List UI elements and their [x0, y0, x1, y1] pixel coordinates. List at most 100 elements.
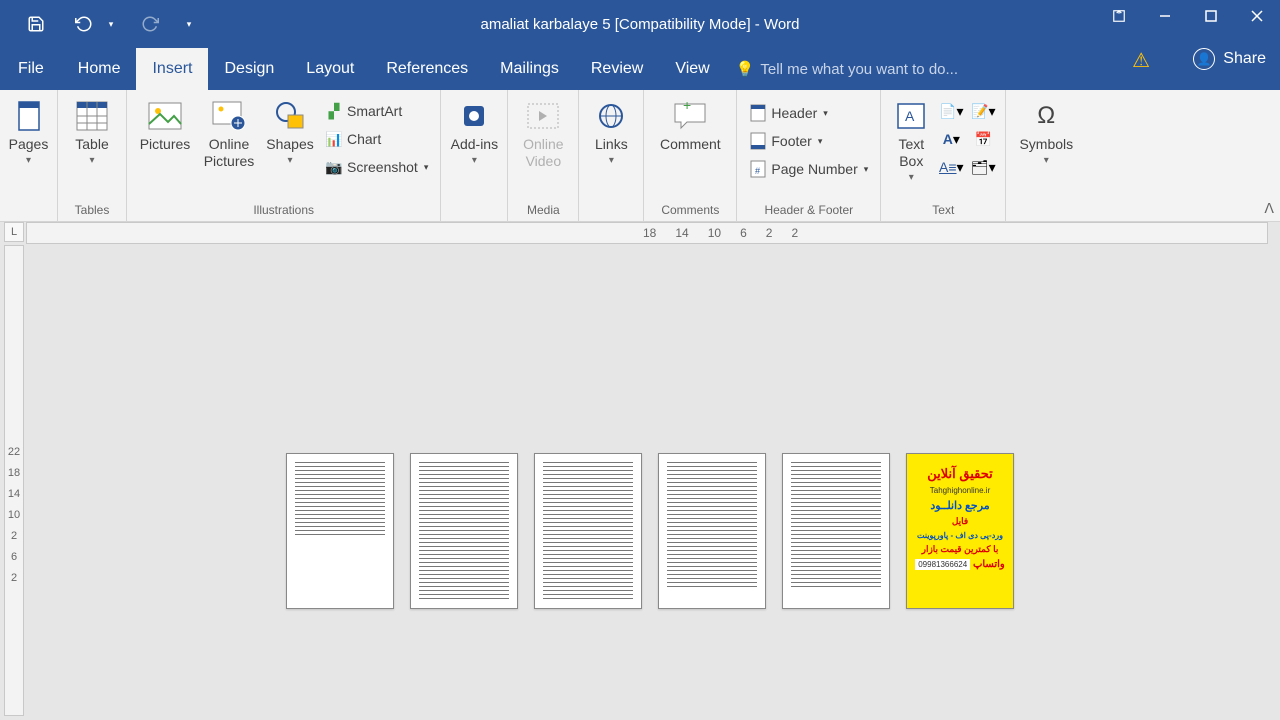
table-button[interactable]: Table ▾: [66, 94, 118, 166]
shapes-icon: [272, 98, 308, 134]
links-button[interactable]: Links ▾: [587, 94, 635, 166]
comment-button[interactable]: + Comment: [652, 94, 728, 153]
person-icon: 👤: [1193, 48, 1215, 70]
vertical-ruler[interactable]: 26210141822: [4, 245, 24, 716]
group-illustrations: Pictures Online Pictures Shapes ▾ ▞ Smar…: [127, 90, 441, 221]
online-video-button: Online Video: [516, 94, 570, 170]
group-text: A Text Box ▾ 📄▾ A▾ A≡▾ 📝▾ 📅 🗂▾ Text: [881, 90, 1006, 221]
drop-cap-button[interactable]: A≡▾: [937, 154, 965, 180]
ribbon-display-options[interactable]: [1096, 0, 1142, 32]
dropdown-icon: ▾: [472, 155, 477, 166]
header-icon: [749, 104, 767, 122]
footer-label: Footer: [771, 133, 811, 149]
shapes-button[interactable]: Shapes ▾: [263, 94, 317, 166]
smartart-icon: ▞: [325, 102, 343, 120]
screenshot-button[interactable]: 📷 Screenshot ▾: [321, 154, 432, 180]
page-number-label: Page Number: [771, 161, 857, 177]
group-label: [27, 203, 30, 219]
group-text-label: Text: [932, 203, 954, 219]
addins-button[interactable]: Add-ins ▾: [449, 94, 499, 166]
chart-button[interactable]: 📊 Chart: [321, 126, 432, 152]
pictures-icon: [147, 98, 183, 134]
group-symbols: Ω Symbols ▾: [1006, 90, 1086, 221]
video-icon: [525, 98, 561, 134]
header-button[interactable]: Header ▾: [745, 100, 872, 126]
signature-line-button[interactable]: 📝▾: [969, 98, 997, 124]
header-footer-stack: Header ▾ Footer ▾ # Page Number ▾: [745, 94, 872, 182]
page-6[interactable]: [286, 453, 394, 609]
tab-home[interactable]: Home: [62, 48, 137, 90]
svg-text:#: #: [755, 166, 760, 176]
text-stack-2: 📝▾ 📅 🗂▾: [969, 94, 997, 180]
page-3[interactable]: [658, 453, 766, 609]
tell-me-search[interactable]: 💡 Tell me what you want to do...: [736, 48, 958, 90]
window-controls: [1096, 0, 1280, 32]
pictures-button[interactable]: Pictures: [135, 94, 195, 153]
group-comments: + Comment Comments: [644, 90, 737, 221]
smartart-button[interactable]: ▞ SmartArt: [321, 98, 432, 124]
footer-button[interactable]: Footer ▾: [745, 128, 872, 154]
group-pages: Pages ▾: [0, 90, 58, 221]
links-label: Links: [595, 136, 628, 153]
tab-insert[interactable]: Insert: [136, 48, 208, 90]
share-button[interactable]: 👤 Share: [1193, 48, 1266, 70]
pages-button[interactable]: Pages ▾: [6, 94, 52, 166]
minimize-button[interactable]: [1142, 0, 1188, 32]
ribbon-tabs: File Home Insert Design Layout Reference…: [0, 48, 1280, 90]
tab-view[interactable]: View: [659, 48, 725, 90]
undo-dropdown[interactable]: ▾: [104, 8, 118, 40]
dropdown-icon: ▾: [1044, 155, 1049, 166]
tell-me-placeholder: Tell me what you want to do...: [760, 61, 958, 78]
cover-formats: ورد-پی دی اف - پاورپوینت: [917, 531, 1003, 540]
dropdown-icon: ▾: [864, 164, 869, 175]
text-box-button[interactable]: A Text Box ▾: [889, 94, 933, 183]
qat-customize[interactable]: ▾: [182, 8, 196, 40]
smartart-label: SmartArt: [347, 103, 402, 119]
cover-price: با کمترین قیمت بازار: [922, 544, 999, 555]
group-tables: Table ▾ Tables: [58, 90, 127, 221]
group-label: [473, 203, 476, 219]
tab-review[interactable]: Review: [575, 48, 659, 90]
chart-label: Chart: [347, 131, 381, 147]
tab-design[interactable]: Design: [208, 48, 290, 90]
undo-button[interactable]: [68, 8, 100, 40]
wordart-button[interactable]: A▾: [937, 126, 965, 152]
warning-icon[interactable]: ⚠: [1132, 48, 1150, 73]
redo-button[interactable]: [134, 8, 166, 40]
horizontal-ruler[interactable]: 181410622: [26, 222, 1268, 244]
pages-thumbnails: تحقیق آنلاین Tahghighonline.ir مرجع دانل…: [286, 453, 1014, 609]
dropdown-icon: ▾: [26, 155, 31, 166]
dropdown-icon: ▾: [424, 162, 429, 173]
quick-parts-button[interactable]: 📄▾: [937, 98, 965, 124]
page-4[interactable]: [534, 453, 642, 609]
share-label: Share: [1223, 50, 1266, 68]
tab-references[interactable]: References: [370, 48, 484, 90]
text-box-icon: A: [893, 98, 929, 134]
addins-icon: [456, 98, 492, 134]
table-label: Table: [75, 136, 108, 153]
date-time-button[interactable]: 📅: [969, 126, 997, 152]
collapse-ribbon-button[interactable]: ᐱ: [1264, 200, 1274, 217]
dropdown-icon: ▾: [287, 155, 292, 166]
page-1-cover[interactable]: تحقیق آنلاین Tahghighonline.ir مرجع دانل…: [906, 453, 1014, 609]
svg-text:A: A: [905, 108, 915, 124]
dropdown-icon: ▾: [609, 155, 614, 166]
page-number-button[interactable]: # Page Number ▾: [745, 156, 872, 182]
dropdown-icon: ▾: [89, 155, 94, 166]
ruler-corner[interactable]: L: [4, 222, 24, 242]
page-5[interactable]: [410, 453, 518, 609]
tab-file[interactable]: File: [0, 48, 62, 90]
online-pictures-button[interactable]: Online Pictures: [199, 94, 259, 170]
symbols-button[interactable]: Ω Symbols ▾: [1014, 94, 1078, 166]
save-button[interactable]: [20, 8, 52, 40]
object-button[interactable]: 🗂▾: [969, 154, 997, 180]
document-area[interactable]: تحقیق آنلاین Tahghighonline.ir مرجع دانل…: [26, 245, 1268, 716]
maximize-button[interactable]: [1188, 0, 1234, 32]
tab-layout[interactable]: Layout: [290, 48, 370, 90]
group-header-footer: Header ▾ Footer ▾ # Page Number ▾: [737, 90, 881, 221]
text-stack-1: 📄▾ A▾ A≡▾: [937, 94, 965, 180]
page-2[interactable]: [782, 453, 890, 609]
tab-mailings[interactable]: Mailings: [484, 48, 575, 90]
window-title: amaliat karbalaye 5 [Compatibility Mode]…: [480, 16, 799, 33]
close-button[interactable]: [1234, 0, 1280, 32]
